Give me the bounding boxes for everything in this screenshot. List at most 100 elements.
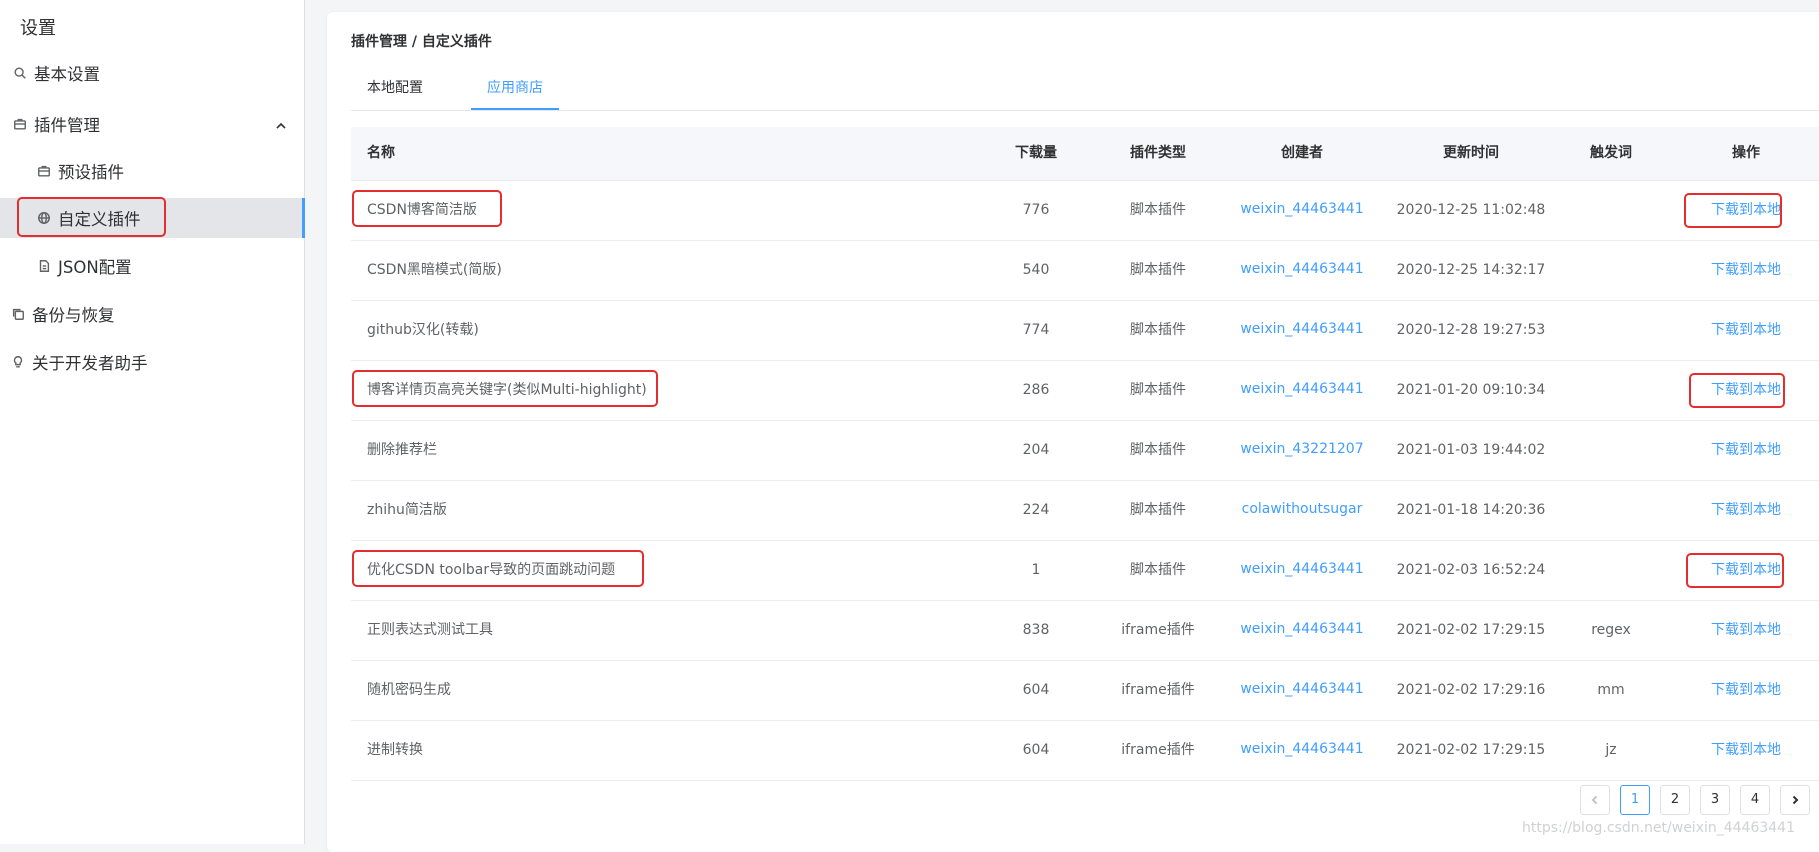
page-button-4[interactable]: 4 xyxy=(1740,785,1770,815)
updated-time: 2021-02-02 17:29:15 xyxy=(1396,742,1546,758)
plugin-type: 脚本插件 xyxy=(1130,202,1186,218)
tab-app-store[interactable]: 应用商店 xyxy=(471,66,559,110)
updated-time: 2020-12-25 11:02:48 xyxy=(1396,202,1546,218)
table-row: 删除推荐栏 204 脚本插件 weixin_43221207 2021-01-03 19… xyxy=(351,421,1819,481)
copy-icon xyxy=(10,306,26,322)
sidebar-item-plugin-management[interactable]: 插件管理 xyxy=(0,104,305,144)
sidebar-item-label: JSON配置 xyxy=(58,258,132,277)
trigger-word xyxy=(1551,541,1671,600)
main-card: 插件管理 / 自定义插件 本地配置 应用商店 名称 下载量 插件类型 创建者 更… xyxy=(327,12,1819,852)
briefcase-icon xyxy=(12,116,28,132)
plugin-type: iframe插件 xyxy=(1121,622,1195,638)
download-to-local-button[interactable]: 下载到本地 xyxy=(1666,241,1819,300)
creator-link[interactable]: weixin_44463441 xyxy=(1217,301,1387,360)
sidebar: 设置 基本设置 插件管理 预设插件 自定义插件 JSON配置 备份与恢复 关于开… xyxy=(0,0,305,844)
column-header-trigger: 触发词 xyxy=(1590,145,1632,161)
download-count: 774 xyxy=(1022,322,1050,338)
download-to-local-button[interactable]: 下载到本地 xyxy=(1666,481,1819,540)
sidebar-item-about[interactable]: 关于开发者助手 xyxy=(0,342,305,382)
creator-link[interactable]: weixin_44463441 xyxy=(1217,181,1387,240)
plugin-type: 脚本插件 xyxy=(1130,382,1186,398)
prev-page-button[interactable] xyxy=(1580,785,1610,815)
trigger-word xyxy=(1551,181,1671,240)
watermark: https://blog.csdn.net/weixin_44463441 xyxy=(1521,820,1795,836)
tab-local-config[interactable]: 本地配置 xyxy=(367,66,423,110)
download-to-local-button[interactable]: 下载到本地 xyxy=(1666,421,1819,480)
download-to-local-button[interactable]: 下载到本地 xyxy=(1666,601,1819,660)
globe-icon xyxy=(36,210,52,226)
table-row: github汉化(转载) 774 脚本插件 weixin_44463441 2020-1… xyxy=(351,301,1819,361)
plugin-name: 随机密码生成 xyxy=(367,682,451,698)
sidebar-title: 设置 xyxy=(20,18,56,39)
briefcase-icon xyxy=(36,163,52,179)
plugin-name: github汉化(转载) xyxy=(367,322,479,338)
trigger-word xyxy=(1551,361,1671,420)
plugin-name: CSDN黑暗模式(简版) xyxy=(367,262,502,278)
updated-time: 2021-02-02 17:29:15 xyxy=(1396,622,1546,638)
creator-link[interactable]: colawithoutsugar xyxy=(1217,481,1387,540)
sidebar-item-basic-settings[interactable]: 基本设置 xyxy=(0,53,305,93)
creator-link[interactable]: weixin_44463441 xyxy=(1217,721,1387,780)
updated-time: 2021-01-18 14:20:36 xyxy=(1396,502,1546,518)
column-header-creator: 创建者 xyxy=(1281,145,1323,161)
chevron-right-icon xyxy=(1790,794,1800,809)
column-header-updated: 更新时间 xyxy=(1443,145,1499,161)
plugin-name: 优化CSDN toolbar导致的页面跳动问题 xyxy=(367,562,616,578)
sidebar-item-label: 预设插件 xyxy=(58,163,124,182)
download-to-local-button[interactable]: 下载到本地 xyxy=(1666,181,1819,240)
table-row: 正则表达式测试工具 838 iframe插件 weixin_44463441 2021-… xyxy=(351,601,1819,661)
trigger-word: jz xyxy=(1605,742,1617,758)
sidebar-item-custom-plugins[interactable]: 自定义插件 xyxy=(0,198,305,238)
sidebar-item-label: 插件管理 xyxy=(34,116,100,135)
updated-time: 2021-01-20 09:10:34 xyxy=(1396,382,1546,398)
download-to-local-button[interactable]: 下载到本地 xyxy=(1666,661,1819,720)
next-page-button[interactable] xyxy=(1780,785,1810,815)
sidebar-item-backup-restore[interactable]: 备份与恢复 xyxy=(0,294,305,334)
page-button-1[interactable]: 1 xyxy=(1620,785,1650,815)
column-header-downloads: 下载量 xyxy=(1015,145,1057,161)
page-button-3[interactable]: 3 xyxy=(1700,785,1730,815)
updated-time: 2021-02-03 16:52:24 xyxy=(1396,562,1546,578)
sidebar-item-preset-plugins[interactable]: 预设插件 xyxy=(0,151,305,191)
trigger-word: mm xyxy=(1597,682,1625,698)
table-row: CSDN黑暗模式(简版) 540 脚本插件 weixin_44463441 2020-1… xyxy=(351,241,1819,301)
download-to-local-button[interactable]: 下载到本地 xyxy=(1666,301,1819,360)
plugin-type: 脚本插件 xyxy=(1130,262,1186,278)
plugin-type: iframe插件 xyxy=(1121,682,1195,698)
table-row: CSDN博客简洁版 776 脚本插件 weixin_44463441 2020-12-2… xyxy=(351,181,1819,241)
pagination: 1 2 3 4 xyxy=(1580,785,1819,815)
creator-link[interactable]: weixin_44463441 xyxy=(1217,601,1387,660)
tab-bar: 本地配置 应用商店 xyxy=(351,66,1819,111)
creator-link[interactable]: weixin_44463441 xyxy=(1217,541,1387,600)
plugin-name: 正则表达式测试工具 xyxy=(367,622,493,638)
download-count: 204 xyxy=(1022,442,1050,458)
download-count: 838 xyxy=(1022,622,1050,638)
sidebar-item-label: 备份与恢复 xyxy=(32,306,115,325)
download-to-local-button[interactable]: 下载到本地 xyxy=(1666,541,1819,600)
creator-link[interactable]: weixin_43221207 xyxy=(1217,421,1387,480)
page-button-2[interactable]: 2 xyxy=(1660,785,1690,815)
download-to-local-button[interactable]: 下载到本地 xyxy=(1666,361,1819,420)
creator-link[interactable]: weixin_44463441 xyxy=(1217,361,1387,420)
column-header-name: 名称 xyxy=(367,145,395,161)
creator-link[interactable]: weixin_44463441 xyxy=(1217,661,1387,720)
plugin-type: 脚本插件 xyxy=(1130,562,1186,578)
plugin-type: 脚本插件 xyxy=(1130,322,1186,338)
chevron-left-icon xyxy=(1590,794,1600,809)
sidebar-item-json-config[interactable]: JSON配置 xyxy=(0,246,305,286)
trigger-word xyxy=(1551,301,1671,360)
sidebar-item-label: 关于开发者助手 xyxy=(32,354,148,373)
updated-time: 2020-12-28 19:27:53 xyxy=(1396,322,1546,338)
plugin-type: 脚本插件 xyxy=(1130,442,1186,458)
download-count: 604 xyxy=(1022,682,1050,698)
table-row: zhihu简洁版 224 脚本插件 colawithoutsugar 2021-01-1… xyxy=(351,481,1819,541)
download-to-local-button[interactable]: 下载到本地 xyxy=(1666,721,1819,780)
download-count: 224 xyxy=(1022,502,1050,518)
trigger-word xyxy=(1551,241,1671,300)
creator-link[interactable]: weixin_44463441 xyxy=(1217,241,1387,300)
updated-time: 2021-01-03 19:44:02 xyxy=(1396,442,1546,458)
plugin-type: 脚本插件 xyxy=(1130,502,1186,518)
plugin-name: 博客详情页高亮关键字(类似Multi-highlight) xyxy=(367,382,647,398)
table-header: 名称 下载量 插件类型 创建者 更新时间 触发词 操作 xyxy=(351,127,1819,181)
plugin-name: CSDN博客简洁版 xyxy=(367,202,477,218)
